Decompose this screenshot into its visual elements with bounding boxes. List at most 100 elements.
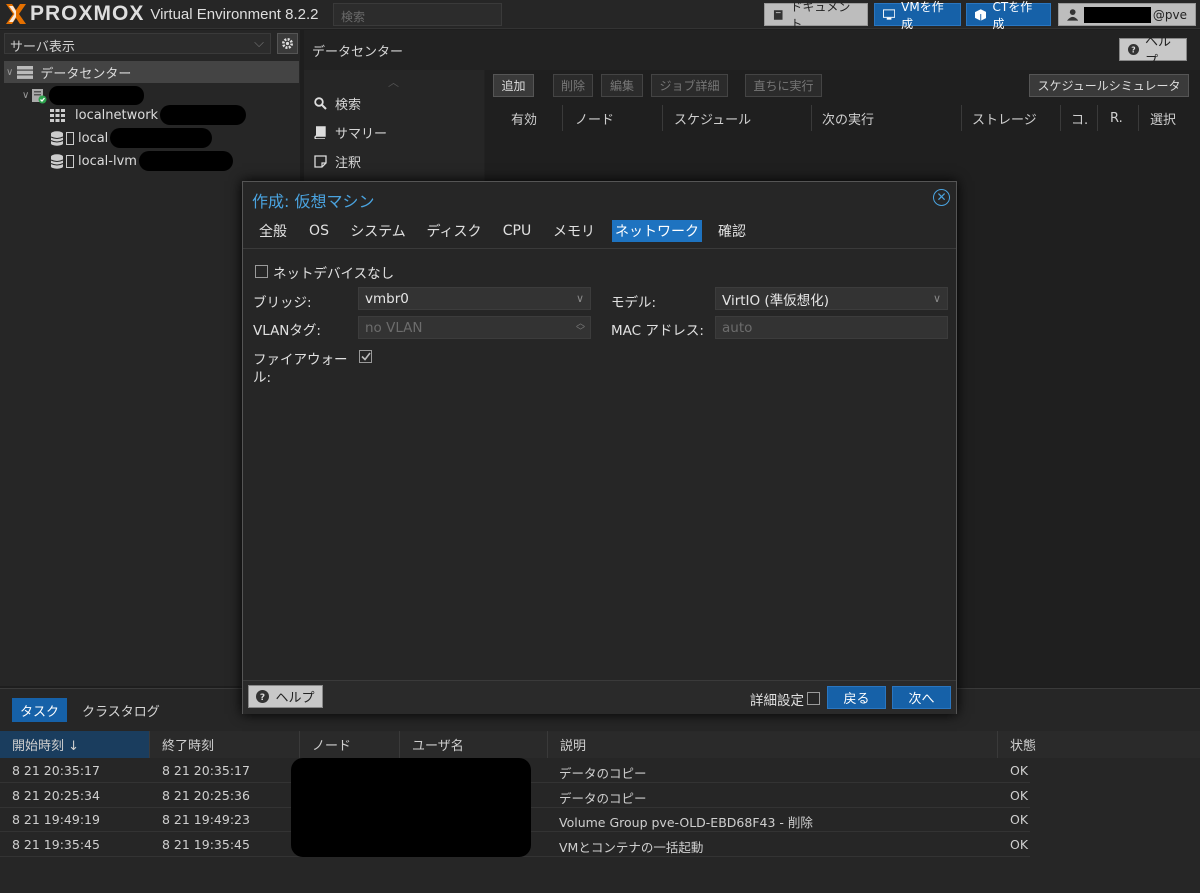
- tree-item-local[interactable]: local: [50, 128, 213, 148]
- redaction-block: [160, 105, 247, 125]
- task-status: OK: [1010, 812, 1029, 827]
- vlan-label: VLANタグ:: [253, 323, 321, 339]
- task-status: OK: [1010, 763, 1029, 778]
- create-ct-button[interactable]: CTを作成: [966, 0, 1051, 31]
- storage-icon: [50, 130, 64, 146]
- tab-network[interactable]: ネットワーク: [612, 220, 702, 242]
- model-value: VirtIO (準仮想化): [722, 292, 829, 309]
- firewall-checkbox[interactable]: [359, 350, 372, 363]
- version-label: Virtual Environment 8.2.2: [150, 5, 319, 23]
- tree-item-datacenter-label: データセンター: [40, 67, 132, 82]
- column-header-description[interactable]: 説明: [548, 731, 998, 758]
- chevron-up-icon[interactable]: ︿: [388, 74, 399, 90]
- task-end-time: 8 21 19:49:23: [162, 812, 250, 827]
- storage-icon: [50, 153, 64, 169]
- tab-general[interactable]: 全般: [254, 220, 292, 242]
- bridge-value: vmbr0: [365, 290, 409, 307]
- column-header-end-time[interactable]: 終了時刻: [150, 731, 300, 758]
- column-header-start-time[interactable]: 開始時刻 ↓: [0, 731, 150, 758]
- create-ct-label: CTを作成: [992, 0, 1033, 31]
- back-button[interactable]: 戻る: [827, 686, 886, 709]
- add-button[interactable]: 追加: [493, 74, 534, 97]
- schedule-simulator-button[interactable]: スケジュールシミュレータ: [1029, 74, 1189, 97]
- column-header-next-run[interactable]: 次の実行: [812, 105, 962, 131]
- book-icon: [773, 9, 783, 20]
- node-online-icon: [32, 88, 47, 103]
- nav-item-search-label: 検索: [335, 98, 362, 113]
- vlan-tag-input[interactable]: no VLAN ︿ ﹀: [358, 316, 591, 339]
- node-name-redaction: [49, 86, 145, 105]
- task-description: データのコピー: [559, 766, 647, 781]
- status-box-icon: [66, 131, 74, 145]
- tab-disk[interactable]: ディスク: [422, 220, 486, 242]
- edit-button[interactable]: 編集: [601, 74, 643, 97]
- tab-memory[interactable]: メモリ: [548, 220, 600, 242]
- tree-item-datacenter[interactable]: ∨ データセンター: [6, 63, 131, 82]
- nav-item-summary[interactable]: サマリー: [314, 123, 387, 142]
- column-header-status[interactable]: 状態: [998, 731, 1200, 758]
- bridge-select[interactable]: vmbr0 ∨: [358, 287, 591, 310]
- chevron-down-icon: ∨: [22, 90, 30, 101]
- run-now-button[interactable]: 直ちに実行: [745, 74, 822, 97]
- nav-item-search[interactable]: 検索: [314, 94, 361, 113]
- task-description: VMとコンテナの一括起動: [559, 840, 704, 855]
- column-header-enabled[interactable]: 有効: [485, 105, 563, 131]
- user-menu-button[interactable]: @pve: [1058, 3, 1196, 26]
- advanced-label: 詳細設定: [750, 693, 804, 709]
- next-button[interactable]: 次へ: [892, 686, 951, 709]
- search-input[interactable]: 検索: [333, 3, 502, 26]
- documentation-button[interactable]: ドキュメント: [764, 0, 868, 31]
- task-end-time: 8 21 19:35:45: [162, 837, 250, 852]
- column-header-storage[interactable]: ストレージ: [962, 105, 1061, 131]
- tree-item-local-label: local: [78, 130, 109, 146]
- cube-icon: [975, 8, 987, 21]
- create-vm-label: VMを作成: [901, 0, 944, 31]
- tab-system[interactable]: システム: [346, 220, 410, 242]
- grid-icon: [50, 108, 65, 122]
- delete-button[interactable]: 削除: [553, 74, 593, 97]
- column-header-schedule[interactable]: スケジュール: [663, 105, 812, 131]
- tab-os[interactable]: OS: [304, 220, 334, 242]
- view-select[interactable]: サーバ表示 ⌵: [4, 33, 271, 55]
- job-detail-button[interactable]: ジョブ詳細: [651, 74, 728, 97]
- tab-cluster-log[interactable]: クラスタログ: [74, 698, 168, 722]
- tab-tasks[interactable]: タスク: [12, 698, 68, 722]
- column-header-node[interactable]: ノード: [563, 105, 663, 131]
- advanced-checkbox[interactable]: [807, 692, 820, 705]
- no-network-checkbox[interactable]: [255, 265, 268, 278]
- task-status: OK: [1010, 788, 1029, 803]
- firewall-label-cont: ル:: [253, 370, 272, 386]
- tree-item-local-lvm[interactable]: local-lvm: [50, 151, 233, 171]
- no-network-label: ネットデバイスなし: [273, 266, 395, 282]
- tab-confirm[interactable]: 確認: [714, 220, 750, 242]
- help-button[interactable]: ? ヘルプ: [1119, 35, 1187, 69]
- tree-item-node[interactable]: ∨: [22, 86, 145, 105]
- user-redaction: [1084, 6, 1151, 23]
- vlan-placeholder: no VLAN: [365, 319, 423, 336]
- task-end-time: 8 21 20:35:17: [162, 763, 250, 778]
- chevron-down-icon: ⌵: [254, 36, 264, 51]
- create-vm-button[interactable]: VMを作成: [874, 0, 961, 31]
- column-header-user[interactable]: ユーザ名: [400, 731, 548, 758]
- chevron-down-icon: ∨: [6, 67, 14, 78]
- model-select[interactable]: VirtIO (準仮想化) ∨: [715, 287, 948, 310]
- column-header-select[interactable]: 選択: [1139, 105, 1191, 131]
- gear-button[interactable]: [277, 33, 298, 54]
- documentation-label: ドキュメント: [790, 0, 851, 31]
- spinner-icon[interactable]: ︿ ﹀: [576, 319, 585, 336]
- task-description: データのコピー: [559, 791, 647, 806]
- mac-address-input[interactable]: auto: [715, 316, 948, 339]
- tree-item-localnetwork[interactable]: localnetwork: [50, 105, 247, 125]
- page-title: データセンター: [312, 45, 404, 60]
- column-header-rate[interactable]: R.: [1098, 105, 1139, 131]
- tree-item-local-lvm-label: local-lvm: [78, 153, 137, 169]
- nav-item-notes[interactable]: 注釈: [314, 152, 361, 171]
- dialog-help-button[interactable]: ? ヘルプ: [248, 685, 323, 708]
- check-icon: [360, 352, 371, 361]
- tab-cpu[interactable]: CPU: [498, 220, 536, 242]
- task-start-time: 8 21 19:49:19: [12, 812, 100, 827]
- close-icon[interactable]: ✕: [933, 189, 950, 206]
- column-header-node[interactable]: ノード: [300, 731, 400, 758]
- status-box-icon: [66, 154, 74, 168]
- column-header-comment[interactable]: コ.: [1061, 105, 1098, 131]
